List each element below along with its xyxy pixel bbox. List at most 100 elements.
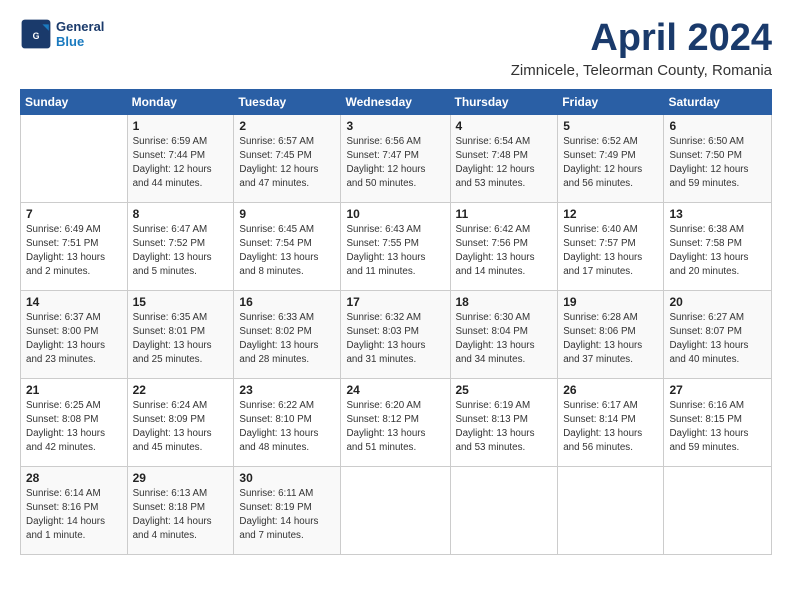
day-number: 30 — [239, 471, 335, 485]
header: G General Blue April 2024 Zimnicele, Tel… — [20, 18, 772, 79]
day-number: 22 — [133, 383, 229, 397]
day-detail: Sunrise: 6:50 AM Sunset: 7:50 PM Dayligh… — [669, 135, 766, 192]
calendar-cell: 12 Sunrise: 6:40 AM Sunset: 7:57 PM Dayli… — [558, 202, 664, 290]
location: Zimnicele, Teleorman County, Romania — [511, 62, 772, 79]
calendar-cell: 2 Sunrise: 6:57 AM Sunset: 7:45 PM Daylig… — [234, 114, 341, 202]
calendar-cell: 24 Sunrise: 6:20 AM Sunset: 8:12 PM Dayli… — [341, 378, 450, 466]
day-number: 25 — [456, 383, 553, 397]
day-number: 11 — [456, 207, 553, 221]
calendar-cell: 13 Sunrise: 6:38 AM Sunset: 7:58 PM Dayli… — [664, 202, 772, 290]
calendar-cell: 23Sunrise: 6:22 AM Sunset: 8:10 PM Dayli… — [234, 378, 341, 466]
day-number: 27 — [669, 383, 766, 397]
calendar-cell: 8 Sunrise: 6:47 AM Sunset: 7:52 PM Daylig… — [127, 202, 234, 290]
day-detail: Sunrise: 6:38 AM Sunset: 7:58 PM Dayligh… — [669, 223, 766, 280]
day-number: 8 — [133, 207, 229, 221]
calendar-cell: 28Sunrise: 6:14 AM Sunset: 8:16 PM Dayli… — [21, 466, 128, 554]
weekday-header-monday: Monday — [127, 89, 234, 114]
day-detail: Sunrise: 6:37 AM Sunset: 8:00 PM Dayligh… — [26, 311, 122, 368]
calendar-cell: 14 Sunrise: 6:37 AM Sunset: 8:00 PM Dayli… — [21, 290, 128, 378]
day-detail: Sunrise: 6:28 AM Sunset: 8:06 PM Dayligh… — [563, 311, 658, 368]
day-number: 16 — [239, 295, 335, 309]
title-block: April 2024 Zimnicele, Teleorman County, … — [511, 18, 772, 79]
day-number: 26 — [563, 383, 658, 397]
calendar-cell — [21, 114, 128, 202]
day-detail: Sunrise: 6:40 AM Sunset: 7:57 PM Dayligh… — [563, 223, 658, 280]
day-detail: Sunrise: 6:47 AM Sunset: 7:52 PM Dayligh… — [133, 223, 229, 280]
day-number: 4 — [456, 119, 553, 133]
calendar-cell: 11 Sunrise: 6:42 AM Sunset: 7:56 PM Dayli… — [450, 202, 558, 290]
day-detail: Sunrise: 6:57 AM Sunset: 7:45 PM Dayligh… — [239, 135, 335, 192]
day-number: 6 — [669, 119, 766, 133]
logo-general: General — [56, 19, 104, 34]
calendar-cell — [450, 466, 558, 554]
day-detail: Sunrise: 6:33 AM Sunset: 8:02 PM Dayligh… — [239, 311, 335, 368]
weekday-header-tuesday: Tuesday — [234, 89, 341, 114]
calendar-cell — [341, 466, 450, 554]
calendar-cell: 30 Sunrise: 6:11 AM Sunset: 8:19 PM Dayli… — [234, 466, 341, 554]
calendar-cell — [664, 466, 772, 554]
day-detail: Sunrise: 6:45 AM Sunset: 7:54 PM Dayligh… — [239, 223, 335, 280]
weekday-header-friday: Friday — [558, 89, 664, 114]
logo-blue: Blue — [56, 34, 104, 49]
calendar-cell: 25Sunrise: 6:19 AM Sunset: 8:13 PM Dayli… — [450, 378, 558, 466]
day-number: 19 — [563, 295, 658, 309]
calendar-cell: 15 Sunrise: 6:35 AM Sunset: 8:01 PM Dayli… — [127, 290, 234, 378]
day-detail: Sunrise: 6:22 AM Sunset: 8:10 PM Dayligh… — [239, 399, 335, 456]
svg-text:G: G — [33, 31, 40, 41]
day-detail: Sunrise: 6:42 AM Sunset: 7:56 PM Dayligh… — [456, 223, 553, 280]
calendar-cell: 7Sunrise: 6:49 AM Sunset: 7:51 PM Daylig… — [21, 202, 128, 290]
calendar-cell: 1Sunrise: 6:59 AM Sunset: 7:44 PM Daylig… — [127, 114, 234, 202]
day-number: 24 — [346, 383, 444, 397]
day-detail: Sunrise: 6:24 AM Sunset: 8:09 PM Dayligh… — [133, 399, 229, 456]
day-number: 15 — [133, 295, 229, 309]
day-detail: Sunrise: 6:27 AM Sunset: 8:07 PM Dayligh… — [669, 311, 766, 368]
calendar-week-1: 1Sunrise: 6:59 AM Sunset: 7:44 PM Daylig… — [21, 114, 772, 202]
day-number: 28 — [26, 471, 122, 485]
day-detail: Sunrise: 6:59 AM Sunset: 7:44 PM Dayligh… — [133, 135, 229, 192]
day-detail: Sunrise: 6:25 AM Sunset: 8:08 PM Dayligh… — [26, 399, 122, 456]
weekday-header-sunday: Sunday — [21, 89, 128, 114]
calendar-cell: 9Sunrise: 6:45 AM Sunset: 7:54 PM Daylig… — [234, 202, 341, 290]
calendar-cell: 10 Sunrise: 6:43 AM Sunset: 7:55 PM Dayli… — [341, 202, 450, 290]
calendar-week-3: 14 Sunrise: 6:37 AM Sunset: 8:00 PM Dayli… — [21, 290, 772, 378]
calendar-cell: 19 Sunrise: 6:28 AM Sunset: 8:06 PM Dayli… — [558, 290, 664, 378]
day-number: 21 — [26, 383, 122, 397]
calendar-cell: 27 Sunrise: 6:16 AM Sunset: 8:15 PM Dayli… — [664, 378, 772, 466]
month-title: April 2024 — [511, 18, 772, 60]
day-number: 14 — [26, 295, 122, 309]
calendar-cell: 16 Sunrise: 6:33 AM Sunset: 8:02 PM Dayli… — [234, 290, 341, 378]
weekday-header-thursday: Thursday — [450, 89, 558, 114]
day-detail: Sunrise: 6:56 AM Sunset: 7:47 PM Dayligh… — [346, 135, 444, 192]
calendar-cell: 26 Sunrise: 6:17 AM Sunset: 8:14 PM Dayli… — [558, 378, 664, 466]
day-detail: Sunrise: 6:32 AM Sunset: 8:03 PM Dayligh… — [346, 311, 444, 368]
day-detail: Sunrise: 6:16 AM Sunset: 8:15 PM Dayligh… — [669, 399, 766, 456]
calendar-cell: 20 Sunrise: 6:27 AM Sunset: 8:07 PM Dayli… — [664, 290, 772, 378]
calendar-table: SundayMondayTuesdayWednesdayThursdayFrid… — [20, 89, 772, 555]
logo-icon: G — [20, 18, 52, 50]
calendar-cell: 18Sunrise: 6:30 AM Sunset: 8:04 PM Dayli… — [450, 290, 558, 378]
calendar-cell: 21 Sunrise: 6:25 AM Sunset: 8:08 PM Dayli… — [21, 378, 128, 466]
day-number: 3 — [346, 119, 444, 133]
day-number: 5 — [563, 119, 658, 133]
day-number: 13 — [669, 207, 766, 221]
day-number: 2 — [239, 119, 335, 133]
day-detail: Sunrise: 6:43 AM Sunset: 7:55 PM Dayligh… — [346, 223, 444, 280]
weekday-header-wednesday: Wednesday — [341, 89, 450, 114]
weekday-header-row: SundayMondayTuesdayWednesdayThursdayFrid… — [21, 89, 772, 114]
calendar-week-5: 28Sunrise: 6:14 AM Sunset: 8:16 PM Dayli… — [21, 466, 772, 554]
day-number: 12 — [563, 207, 658, 221]
day-detail: Sunrise: 6:11 AM Sunset: 8:19 PM Dayligh… — [239, 487, 335, 544]
day-detail: Sunrise: 6:13 AM Sunset: 8:18 PM Dayligh… — [133, 487, 229, 544]
day-number: 18 — [456, 295, 553, 309]
calendar-cell: 29Sunrise: 6:13 AM Sunset: 8:18 PM Dayli… — [127, 466, 234, 554]
logo: G General Blue — [20, 18, 104, 50]
day-number: 10 — [346, 207, 444, 221]
day-detail: Sunrise: 6:20 AM Sunset: 8:12 PM Dayligh… — [346, 399, 444, 456]
calendar-cell: 22 Sunrise: 6:24 AM Sunset: 8:09 PM Dayli… — [127, 378, 234, 466]
day-detail: Sunrise: 6:17 AM Sunset: 8:14 PM Dayligh… — [563, 399, 658, 456]
calendar-cell: 3 Sunrise: 6:56 AM Sunset: 7:47 PM Daylig… — [341, 114, 450, 202]
day-detail: Sunrise: 6:52 AM Sunset: 7:49 PM Dayligh… — [563, 135, 658, 192]
day-detail: Sunrise: 6:35 AM Sunset: 8:01 PM Dayligh… — [133, 311, 229, 368]
day-number: 20 — [669, 295, 766, 309]
calendar-cell: 17Sunrise: 6:32 AM Sunset: 8:03 PM Dayli… — [341, 290, 450, 378]
